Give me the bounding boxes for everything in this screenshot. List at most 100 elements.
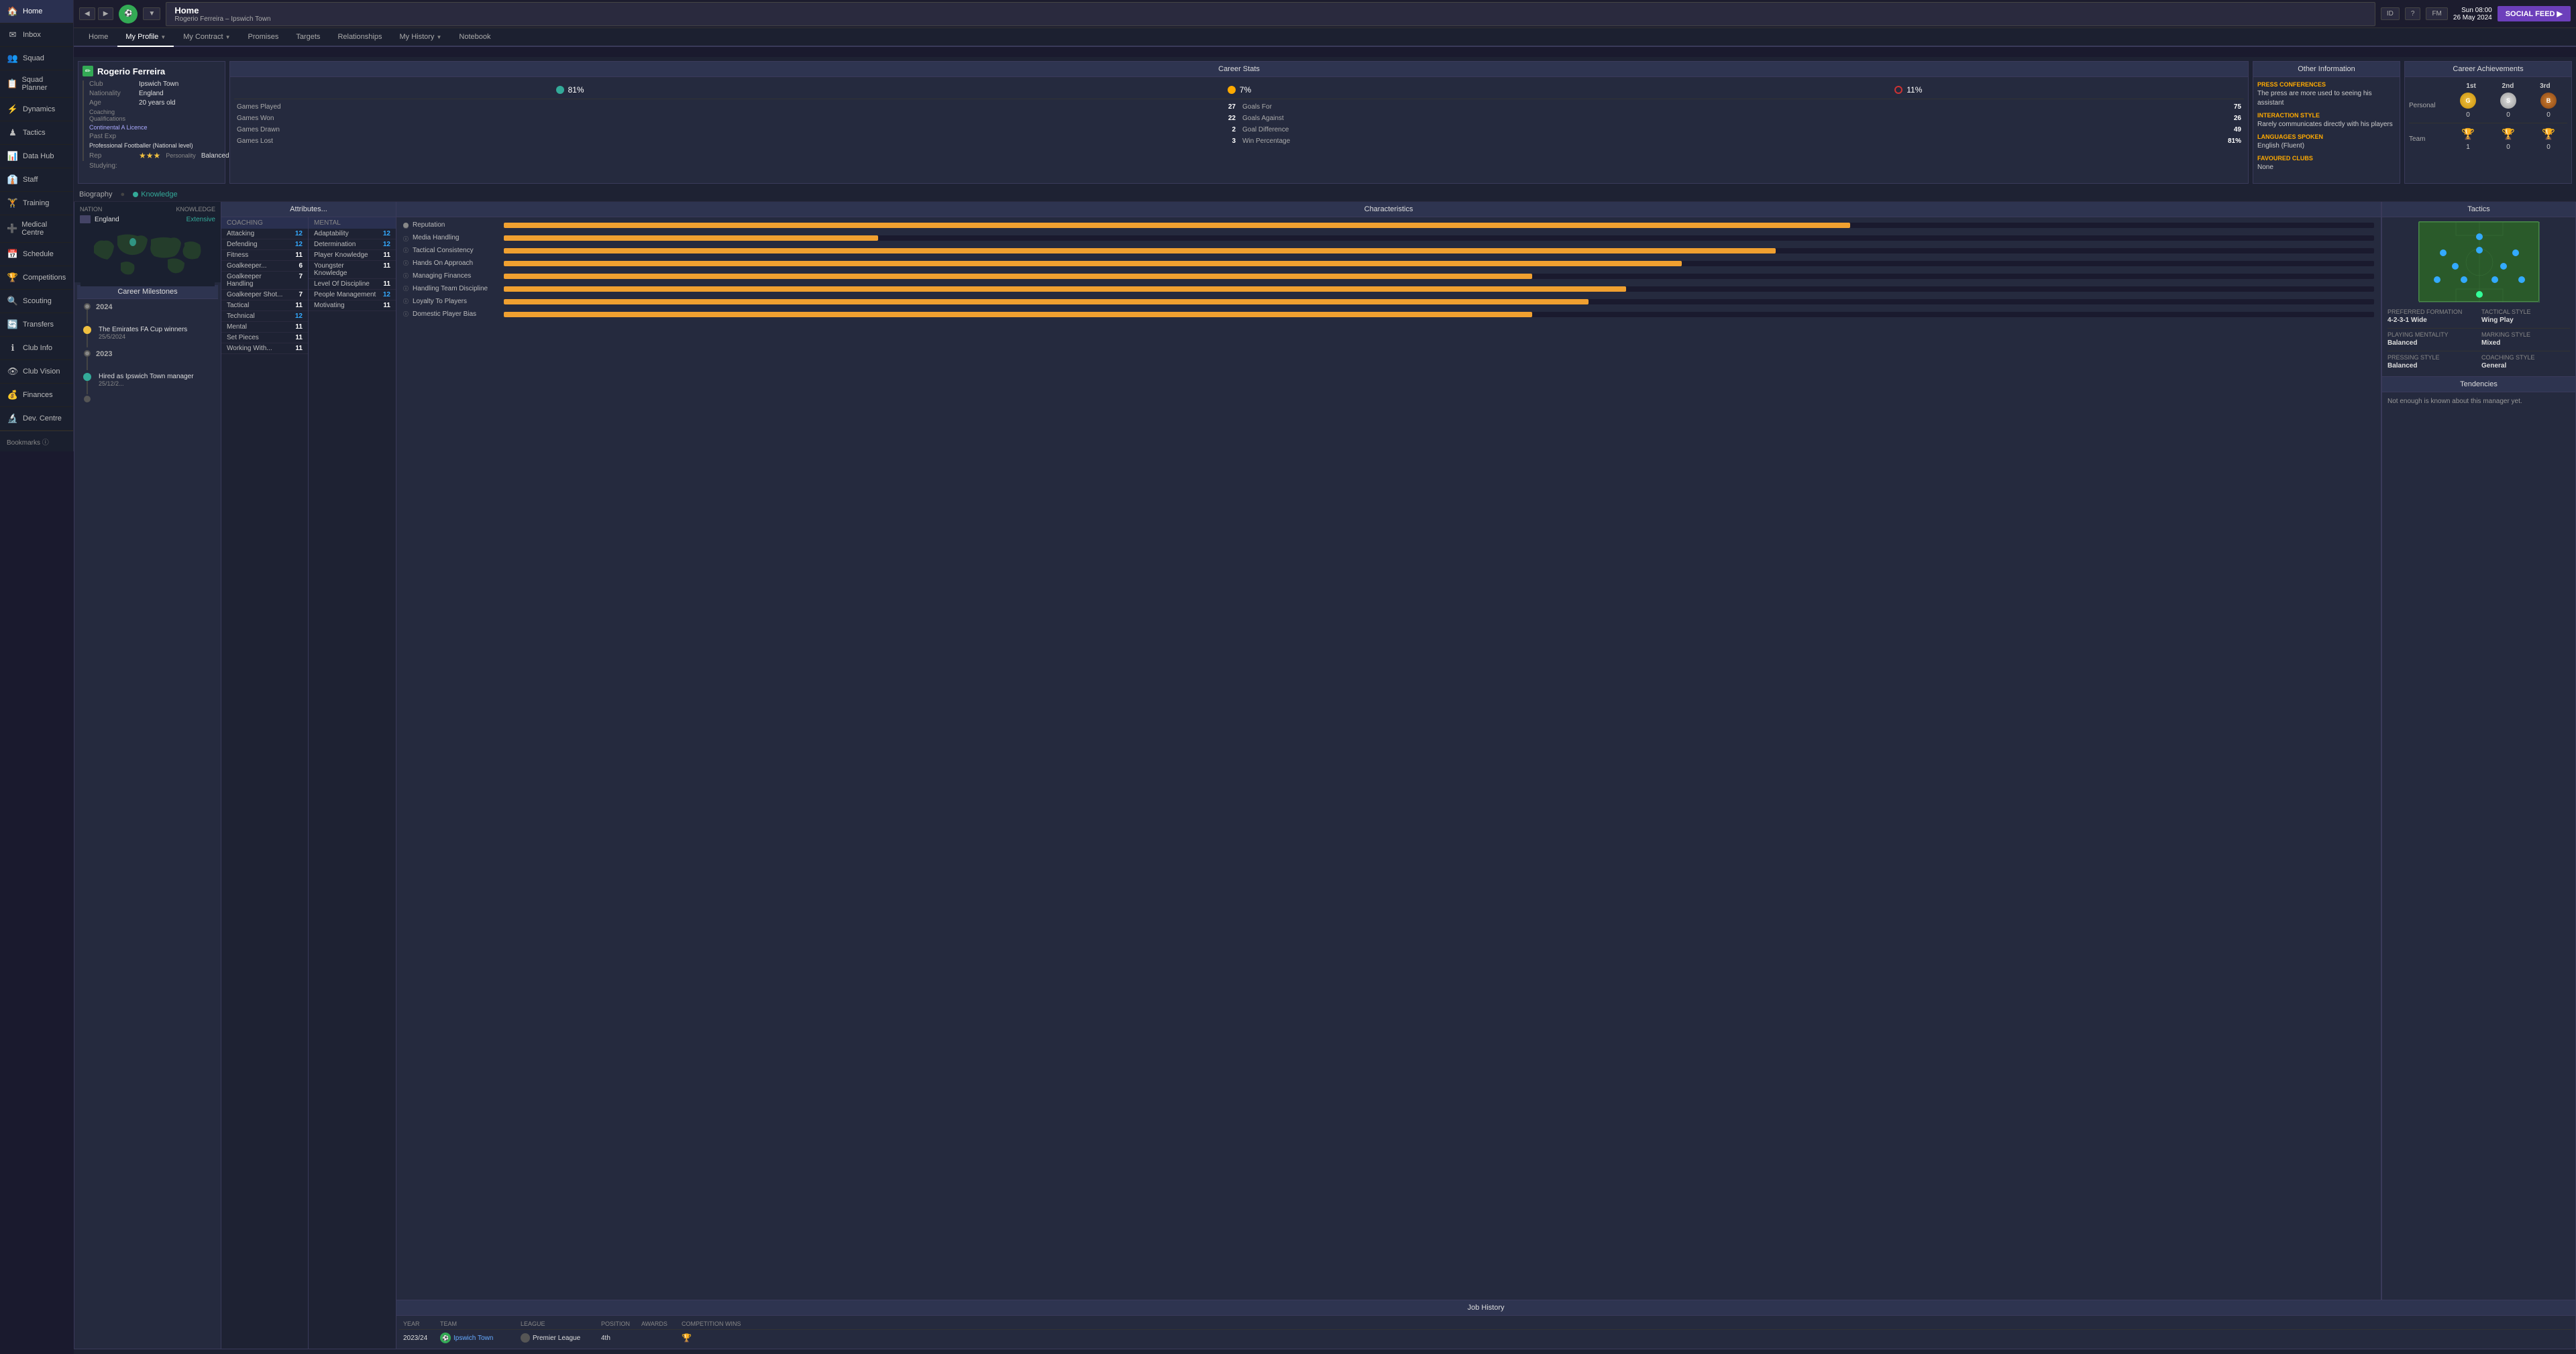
sidebar-item-tactics[interactable]: ♟ Tactics	[0, 121, 73, 145]
profile-body: Club Ipswich Town Nationality England Ag…	[83, 80, 221, 172]
milestone-2-dot-icon	[83, 373, 91, 381]
dev-centre-icon: 🔬	[7, 412, 19, 425]
tab-relationships[interactable]: Relationships	[329, 28, 390, 47]
biography-button[interactable]: Biography	[79, 190, 113, 199]
detail-past-exp-val: Professional Footballer (National level)	[89, 142, 229, 149]
jh-team-name-1[interactable]: Ipswich Town	[453, 1335, 493, 1342]
career-achievements-title: Career Achievements	[2405, 62, 2571, 77]
attr-attacking: Attacking 12	[221, 229, 308, 239]
attr-tactical: Tactical 11	[221, 300, 308, 311]
pressing-style-value: Balanced	[2387, 362, 2476, 370]
stats-grid: Games Played 27 Goals For 75 Games Won 2…	[234, 99, 2244, 149]
tab-my-contract[interactable]: My Contract ▼	[175, 28, 238, 47]
attributes-title[interactable]: Attributes...	[221, 202, 396, 217]
sidebar-item-competitions[interactable]: 🏆 Competitions	[0, 266, 73, 290]
year-2023-label: 2023	[96, 350, 112, 358]
career-stats-box: Career Stats 81% 7% 11%	[229, 61, 2249, 184]
sidebar-item-dynamics[interactable]: ⚡ Dynamics	[0, 98, 73, 121]
nav-dropdown-button[interactable]: ▼	[143, 7, 160, 20]
forward-button[interactable]: ▶	[98, 7, 114, 20]
sidebar-item-scouting[interactable]: 🔍 Scouting	[0, 290, 73, 313]
sidebar-item-transfers[interactable]: 🔄 Transfers	[0, 313, 73, 337]
sidebar-item-club-vision[interactable]: 👁 Club Vision	[0, 360, 73, 384]
gold-medal: G	[2460, 93, 2476, 109]
tab-notebook[interactable]: Notebook	[451, 28, 498, 47]
tabs-bar: Home My Profile ▼ My Contract ▼ Promises…	[74, 28, 2576, 47]
sidebar-item-label: Club Vision	[23, 368, 60, 376]
timeline-line-2023	[87, 357, 88, 370]
char-finances-bar-bg	[504, 274, 2374, 279]
world-map-svg	[77, 226, 218, 286]
tactics-divider-1	[2387, 328, 2570, 329]
jh-wins-1: 🏆	[682, 1333, 2569, 1343]
tab-home[interactable]: Home	[80, 28, 116, 47]
detail-past-exp: Past Exp	[89, 133, 229, 140]
milestone-item-2: Hired as Ipswich Town manager 25/12/2...	[83, 373, 213, 394]
oi-favoured-text: None	[2257, 163, 2396, 172]
jh-league-name-1: Premier League	[533, 1335, 580, 1342]
char-loyalty-bar	[504, 299, 1589, 304]
timeline-year-2023: 2023	[83, 350, 213, 370]
sidebar-item-club-info[interactable]: ℹ Club Info	[0, 337, 73, 360]
planner-icon: 📋	[7, 78, 17, 90]
tab-targets[interactable]: Targets	[288, 28, 328, 47]
social-feed-button[interactable]: SOCIAL FEED ▶	[2498, 6, 2571, 21]
sidebar-item-label: Home	[23, 7, 42, 15]
tab-promises[interactable]: Promises	[240, 28, 287, 47]
sidebar-item-staff[interactable]: 👔 Staff	[0, 168, 73, 192]
sidebar-item-finances[interactable]: 💰 Finances	[0, 384, 73, 407]
jh-team-1: ⚽ Ipswich Town	[440, 1333, 521, 1343]
detail-studying: Studying:	[89, 162, 229, 170]
oi-press: PRESS CONFERENCES The press are more use…	[2257, 81, 2396, 108]
char-media-bar-bg	[504, 235, 2374, 241]
topbar-nav: ◀ ▶ ⚽ ▼	[79, 5, 160, 23]
stat-wins: 81%	[556, 85, 584, 95]
sidebar-item-squad[interactable]: 👥 Squad	[0, 47, 73, 70]
sidebar-item-squad-planner[interactable]: 📋 Squad Planner	[0, 70, 73, 98]
ca-3rd-label: 3rd	[2540, 82, 2551, 90]
sidebar-item-data-hub[interactable]: 📊 Data Hub	[0, 145, 73, 168]
tab-my-profile[interactable]: My Profile ▼	[117, 28, 174, 47]
coaching-column: COACHING Attacking 12 Defending 12 Fitne…	[221, 217, 309, 1349]
bio-knowledge-bar: Biography ● Knowledge	[74, 188, 2576, 202]
tl-line-after-1	[87, 334, 88, 347]
ca-2nd-label: 2nd	[2502, 82, 2514, 90]
char-hands-on: ⓘ Hands On Approach	[403, 260, 2374, 267]
bookmarks[interactable]: Bookmarks ⓘ	[0, 431, 73, 452]
gold-trophy-icon: 🏆	[2461, 127, 2475, 141]
oi-favoured-label: FAVOURED CLUBS	[2257, 155, 2396, 162]
back-button[interactable]: ◀	[79, 7, 95, 20]
oi-languages: LANGUAGES SPOKEN English (Fluent)	[2257, 133, 2396, 151]
milestone-1-title[interactable]: The Emirates FA Cup winners	[99, 326, 210, 333]
fm-button[interactable]: FM	[2426, 7, 2447, 20]
stat-row-3a: Games Drawn 2	[234, 125, 1238, 135]
profile-details: Club Ipswich Town Nationality England Ag…	[89, 80, 229, 172]
sidebar-item-dev-centre[interactable]: 🔬 Dev. Centre	[0, 407, 73, 431]
help-button[interactable]: ?	[2405, 7, 2421, 20]
tab-my-history[interactable]: My History ▼	[391, 28, 449, 47]
sidebar-item-schedule[interactable]: 📅 Schedule	[0, 243, 73, 266]
jh-league-icon-1	[521, 1333, 530, 1343]
attr-level-discipline: Level Of Discipline 11	[309, 279, 396, 290]
attr-determination: Determination 12	[309, 239, 396, 250]
char-managing-finances: ⓘ Managing Finances	[403, 272, 2374, 280]
sidebar-item-medical[interactable]: ➕ Medical Centre	[0, 215, 73, 243]
milestone-2-title[interactable]: Hired as Ipswich Town manager	[99, 373, 210, 380]
sidebar-item-training[interactable]: 🏋 Training	[0, 192, 73, 215]
char-tactics-row: Characteristics ⓘ Reputation ⓘ Media Han…	[396, 202, 2576, 1300]
detail-nationality: Nationality England	[89, 90, 229, 97]
ca-personal-1st: G 0	[2460, 93, 2476, 119]
jh-col-team-label: TEAM	[440, 1320, 521, 1327]
sidebar-item-inbox[interactable]: ✉ Inbox	[0, 23, 73, 47]
oi-press-text: The press are more used to seeing his as…	[2257, 89, 2396, 108]
sidebar-item-home[interactable]: 🏠 Home	[0, 0, 73, 23]
edit-icon[interactable]: ✏	[83, 66, 93, 76]
date-line2: 26 May 2024	[2453, 14, 2492, 21]
tactics-pitch	[2418, 221, 2539, 302]
knowledge-button[interactable]: Knowledge	[133, 190, 177, 199]
personality-value: Balanced	[201, 152, 229, 160]
avatar	[83, 80, 84, 161]
id-button[interactable]: ID	[2381, 7, 2400, 20]
attr-set-pieces: Set Pieces 11	[221, 333, 308, 343]
breadcrumb-title: Home	[174, 5, 2367, 15]
